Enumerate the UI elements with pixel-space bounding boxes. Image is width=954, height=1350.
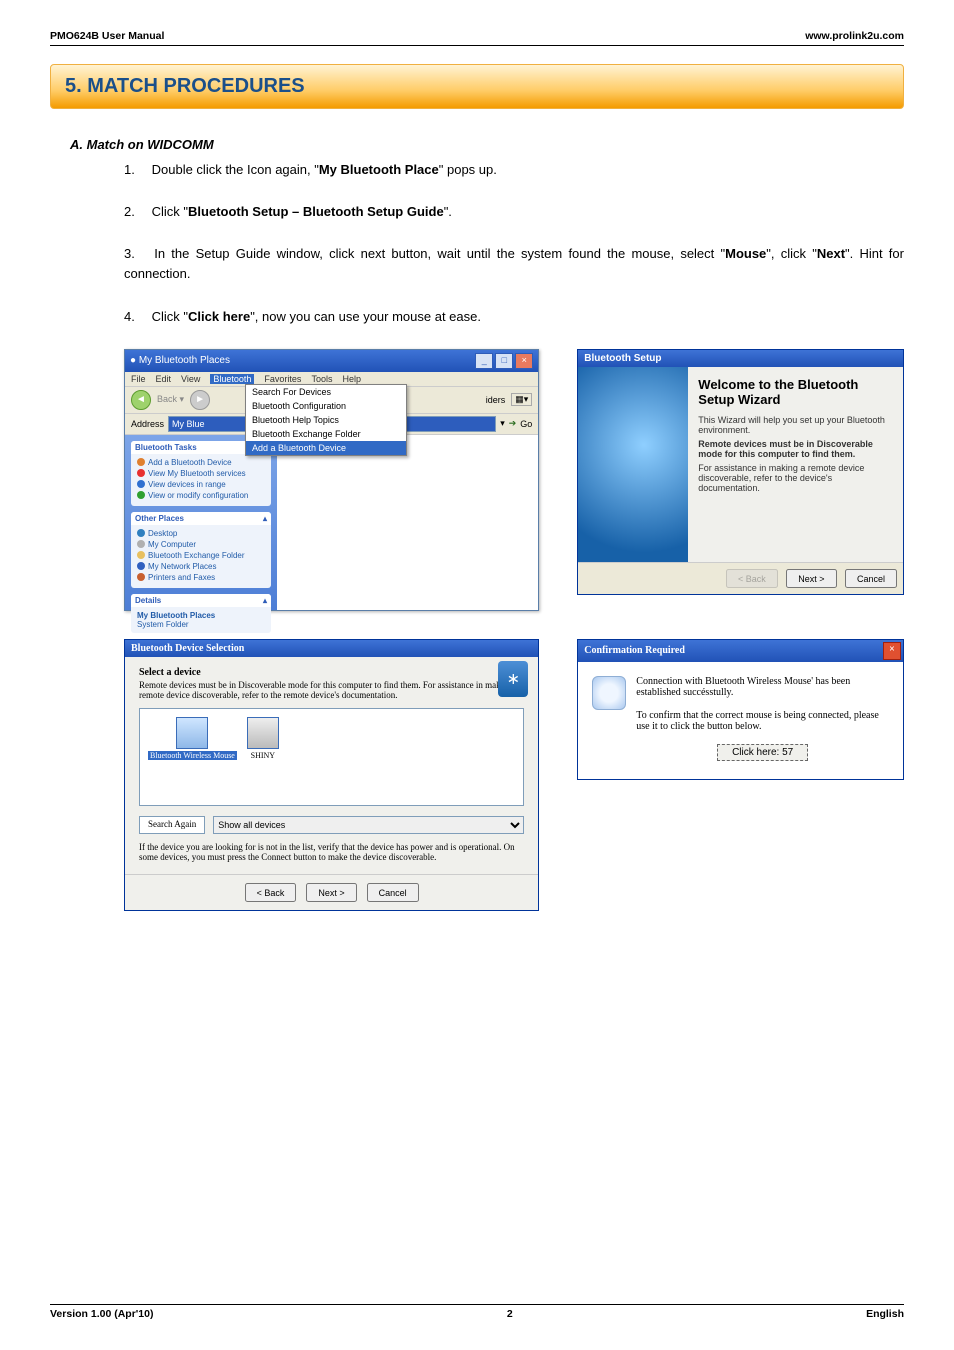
minimize-button[interactable]: _ (475, 353, 493, 369)
bluetooth-menu-dropdown: Search For Devices Bluetooth Configurati… (245, 384, 407, 456)
step-4: 4. Click "Click here", now you can use y… (124, 307, 904, 327)
wizard-p1: This Wizard will help you set up your Bl… (698, 415, 893, 435)
details-line2: System Folder (137, 620, 265, 629)
menu-file[interactable]: File (131, 374, 146, 384)
address-label: Address (131, 419, 164, 429)
place-my-computer[interactable]: My Computer (137, 540, 265, 549)
go-button[interactable]: Go (520, 419, 532, 429)
menu-item-bt-help[interactable]: Bluetooth Help Topics (246, 413, 406, 427)
subsection-a: A. Match on WIDCOMM (70, 137, 904, 152)
devsel-desc: Remote devices must be in Discoverable m… (139, 680, 524, 700)
my-bluetooth-places-window: ● My Bluetooth Places _ □ × File Edit Vi… (124, 349, 539, 611)
mouse-info-icon (592, 676, 626, 710)
devsel-note: If the device you are looking for is not… (139, 842, 524, 862)
maximize-button[interactable]: □ (495, 353, 513, 369)
place-printers[interactable]: Printers and Faxes (137, 573, 265, 582)
wizard-p2: Remote devices must be in Discoverable m… (698, 439, 893, 459)
device-item-mouse[interactable]: Bluetooth Wireless Mouse (148, 717, 237, 797)
place-desktop[interactable]: Desktop (137, 529, 265, 538)
task-add-device[interactable]: Add a Bluetooth Device (137, 458, 265, 467)
wizard-p3: For assistance in making a remote device… (698, 463, 893, 493)
site-url: www.prolink2u.com (805, 30, 904, 42)
network-icon (137, 562, 145, 570)
wizard-next-button[interactable]: Next > (786, 569, 836, 588)
bluetooth-icon (137, 458, 145, 466)
menu-edit[interactable]: Edit (156, 374, 172, 384)
panel-details-head: Details (135, 596, 161, 605)
device-icon (247, 717, 279, 749)
menu-item-bt-config[interactable]: Bluetooth Configuration (246, 399, 406, 413)
search-again-button[interactable]: Search Again (139, 816, 205, 834)
confirm-p2: To confirm that the correct mouse is bei… (636, 710, 889, 732)
step-3: 3. In the Setup Guide window, click next… (124, 244, 904, 284)
devsel-cancel-button[interactable]: Cancel (367, 883, 419, 902)
content-pane (277, 435, 538, 610)
desktop-icon (137, 529, 145, 537)
footer-version: Version 1.00 (Apr'10) (50, 1308, 153, 1320)
wizard-title: Bluetooth Setup (578, 350, 903, 367)
devsel-heading: Select a device (139, 667, 524, 678)
devsel-next-button[interactable]: Next > (306, 883, 356, 902)
device-selection-window: Bluetooth Device Selection ∗ Select a de… (124, 639, 539, 912)
mouse-icon (176, 717, 208, 749)
devsel-back-button[interactable]: < Back (245, 883, 297, 902)
device-list: Bluetooth Wireless Mouse SHINY (139, 708, 524, 806)
task-view-services[interactable]: View My Bluetooth services (137, 469, 265, 478)
step-2: 2. Click "Bluetooth Setup – Bluetooth Se… (124, 202, 904, 222)
wizard-cancel-button[interactable]: Cancel (845, 569, 897, 588)
panel-places-head: Other Places (135, 514, 184, 523)
bluetooth-setup-wizard: Bluetooth Setup Welcome to the Bluetooth… (577, 349, 904, 596)
wizard-back-button: < Back (726, 569, 778, 588)
panel-tasks-head: Bluetooth Tasks (135, 443, 197, 452)
confirmation-dialog: Confirmation Required × Connection with … (577, 639, 904, 780)
device-item-shiny[interactable]: SHINY (247, 717, 279, 797)
details-line1: My Bluetooth Places (137, 611, 265, 620)
section-title: 5. MATCH PROCEDURES (50, 64, 904, 109)
menu-tools[interactable]: Tools (311, 374, 332, 384)
services-icon (137, 469, 145, 477)
close-button[interactable]: × (515, 353, 533, 369)
menu-favorites[interactable]: Favorites (264, 374, 301, 384)
click-here-button[interactable]: Click here: 57 (717, 744, 808, 761)
menu-item-add-device[interactable]: Add a Bluetooth Device (246, 441, 406, 455)
computer-icon (137, 540, 145, 548)
views-button[interactable]: ▦▾ (511, 393, 532, 406)
task-view-range[interactable]: View devices in range (137, 480, 265, 489)
task-modify-config[interactable]: View or modify configuration (137, 491, 265, 500)
devsel-title: Bluetooth Device Selection (125, 640, 538, 657)
bluetooth-logo-icon: ∗ (498, 661, 528, 697)
place-exchange-folder[interactable]: Bluetooth Exchange Folder (137, 551, 265, 560)
folder-icon (137, 551, 145, 559)
config-icon (137, 491, 145, 499)
confirm-close-button[interactable]: × (883, 642, 901, 660)
confirm-p1: Connection with Bluetooth Wireless Mouse… (636, 676, 889, 698)
place-network[interactable]: My Network Places (137, 562, 265, 571)
footer-language: English (866, 1308, 904, 1320)
menu-item-exchange-folder[interactable]: Bluetooth Exchange Folder (246, 427, 406, 441)
forward-button[interactable]: ► (190, 390, 210, 410)
back-button[interactable]: ◄ (131, 390, 151, 410)
menu-item-search-devices[interactable]: Search For Devices (246, 385, 406, 399)
step-1: 1. Double click the Icon again, "My Blue… (124, 160, 904, 180)
menu-bluetooth[interactable]: Bluetooth (210, 374, 254, 384)
window-title: My Bluetooth Places (139, 355, 230, 366)
wizard-image (578, 367, 688, 562)
printer-icon (137, 573, 145, 581)
wizard-heading: Welcome to the Bluetooth Setup Wizard (698, 377, 893, 407)
confirm-title: Confirmation Required (584, 645, 685, 656)
filter-select[interactable]: Show all devices (213, 816, 524, 834)
menu-help[interactable]: Help (342, 374, 361, 384)
page-number: 2 (507, 1308, 513, 1320)
range-icon (137, 480, 145, 488)
manual-title: PMO624B User Manual (50, 30, 164, 42)
menu-view[interactable]: View (181, 374, 200, 384)
